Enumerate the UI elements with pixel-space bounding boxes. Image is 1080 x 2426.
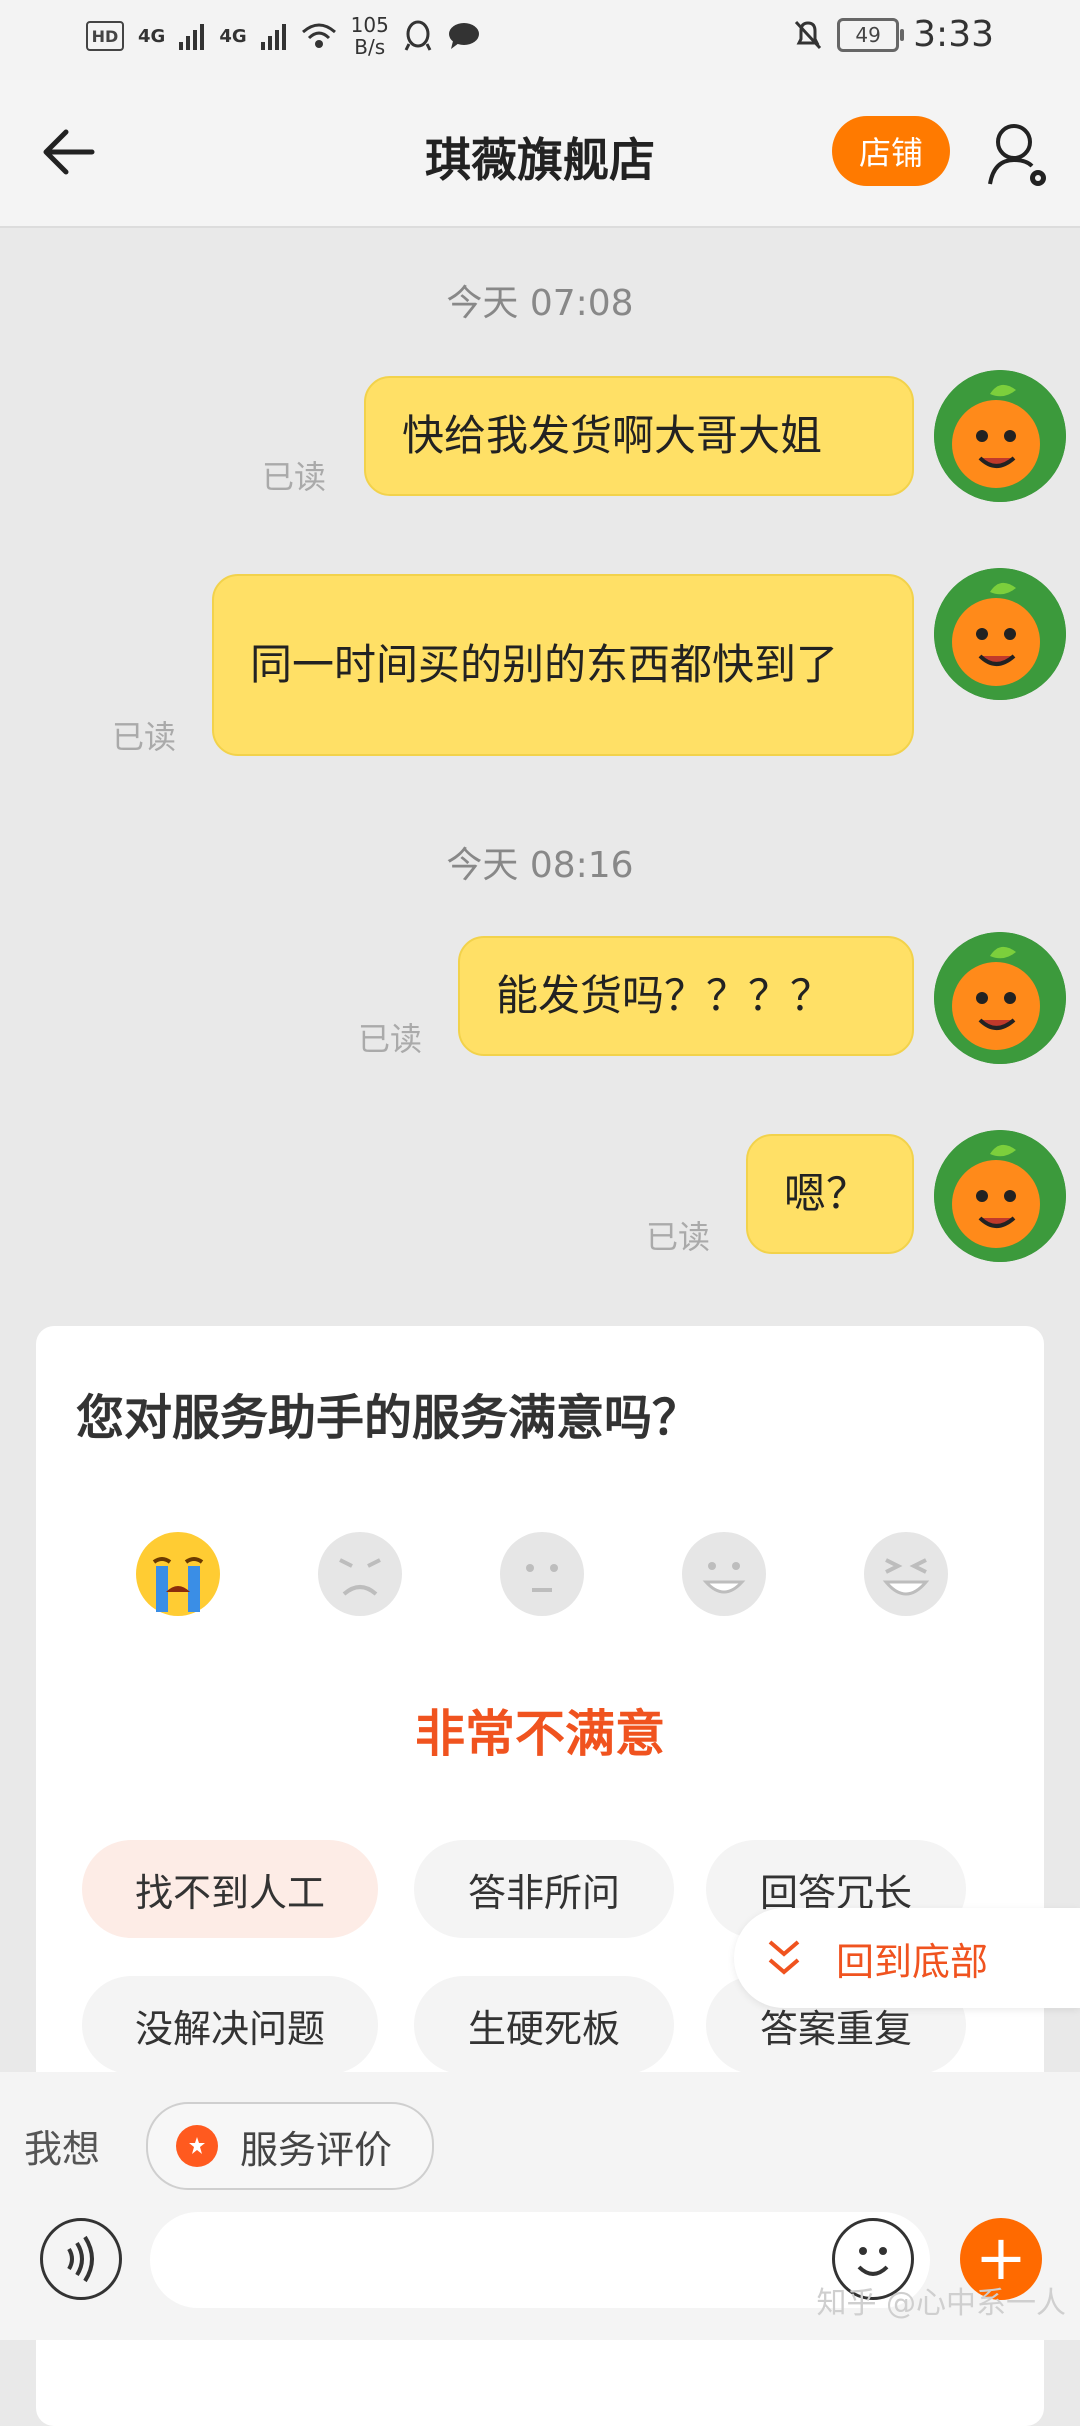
timestamp-2: 今天 08:16 — [446, 845, 634, 886]
watermark: 知乎 @心中系一人 — [816, 2286, 1066, 2321]
battery-icon: 49 — [837, 17, 905, 52]
avatar[interactable] — [934, 932, 1066, 1064]
service-evaluation-button[interactable]: 服务评价 — [146, 2102, 434, 2190]
network-speed: 105 B/s — [350, 13, 389, 59]
tag-chip[interactable]: 没解决问题 — [82, 1976, 378, 2074]
shop-button[interactable]: 店铺 — [832, 116, 950, 186]
status-bar: HD 4G 4G 105 B/s 49 3:33 — [0, 0, 1080, 80]
tag-chip[interactable]: 生硬死板 — [414, 1976, 674, 2074]
network-label-1: 4G — [138, 25, 166, 47]
scroll-to-bottom-button[interactable]: 回到底部 — [734, 1908, 1080, 2008]
qq-icon — [404, 20, 432, 51]
chat-bubble[interactable]: 同一时间买的别的东西都快到了 — [212, 574, 914, 756]
chat-bubble[interactable]: 能发货吗？？？？ — [458, 936, 914, 1056]
chat-header: 琪薇旗舰店 店铺 — [0, 80, 1080, 228]
dissatisfied-face-icon[interactable] — [316, 1530, 404, 1618]
status-right: 49 3:33 — [793, 14, 994, 55]
survey-question: 您对服务助手的服务满意吗？ — [76, 1390, 701, 1446]
very-dissatisfied-face-icon[interactable] — [134, 1530, 222, 1618]
tag-chip[interactable]: 答非所问 — [414, 1840, 674, 1938]
avatar[interactable] — [934, 568, 1066, 700]
double-chevron-down-icon — [768, 1940, 800, 1975]
network-label-2: 4G — [219, 25, 247, 47]
service-evaluation-label: 服务评价 — [240, 2127, 393, 2172]
chat-bubble[interactable]: 嗯？ — [746, 1134, 914, 1254]
voice-input-icon[interactable] — [40, 2218, 122, 2300]
tag-chip[interactable]: 找不到人工 — [82, 1840, 378, 1938]
very-satisfied-face-icon[interactable] — [862, 1530, 950, 1618]
clock: 3:33 — [913, 14, 994, 55]
selected-rating-label: 非常不满意 — [415, 1705, 665, 1763]
read-status: 已读 — [262, 458, 327, 496]
evaluation-icon — [176, 2125, 218, 2167]
hd-icon: HD — [86, 21, 124, 51]
neutral-face-icon[interactable] — [498, 1530, 586, 1618]
status-left: HD 4G 4G 105 B/s — [86, 14, 481, 58]
signal-icon-1 — [179, 24, 205, 50]
mute-icon — [795, 20, 822, 49]
read-status: 已读 — [112, 718, 177, 756]
wifi-icon — [301, 23, 336, 48]
satisfied-face-icon[interactable] — [680, 1530, 768, 1618]
wish-label: 我想 — [24, 2127, 101, 2171]
signal-icon-2 — [260, 24, 286, 50]
message-icon — [448, 23, 479, 49]
chat-bubble[interactable]: 快给我发货啊大哥大姐 — [364, 376, 914, 496]
message-input[interactable] — [150, 2212, 930, 2308]
user-settings-icon[interactable] — [986, 120, 1052, 190]
read-status: 已读 — [646, 1218, 711, 1256]
scroll-to-bottom-label: 回到底部 — [836, 1939, 989, 1984]
read-status: 已读 — [358, 1020, 423, 1058]
timestamp-1: 今天 07:08 — [446, 283, 634, 324]
avatar[interactable] — [934, 370, 1066, 502]
avatar[interactable] — [934, 1130, 1066, 1262]
